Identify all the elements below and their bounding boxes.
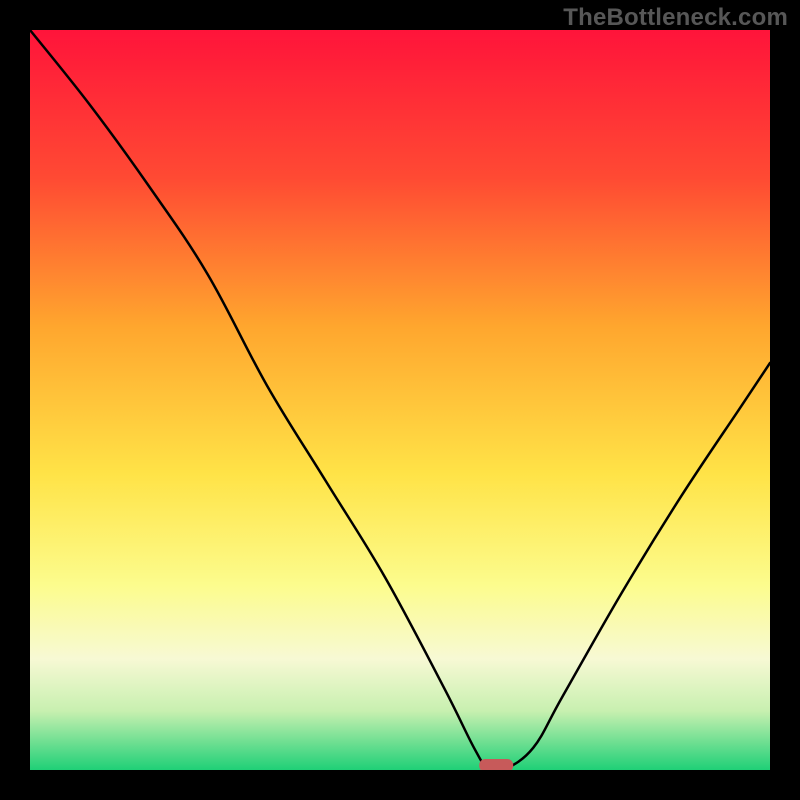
minimum-marker <box>479 759 513 770</box>
chart-background <box>30 30 770 770</box>
watermark-text: TheBottleneck.com <box>563 4 788 32</box>
chart-svg <box>30 30 770 770</box>
chart-frame: TheBottleneck.com <box>0 0 800 800</box>
plot-area <box>30 30 770 770</box>
